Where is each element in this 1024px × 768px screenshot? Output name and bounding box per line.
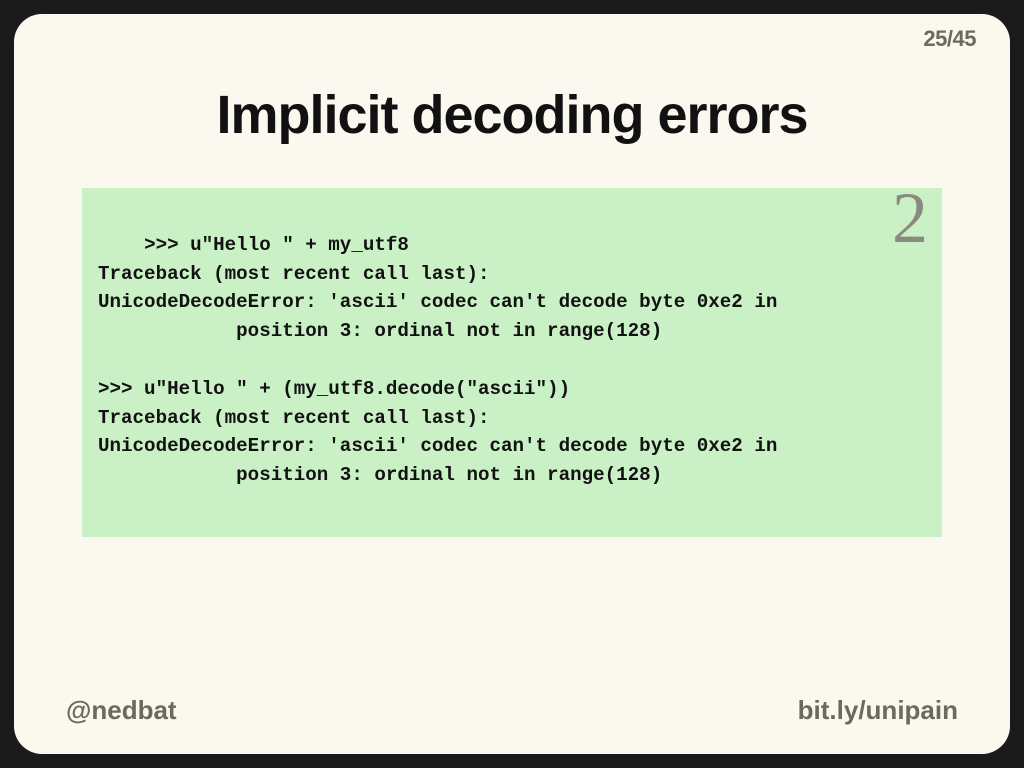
page-current: 25 bbox=[923, 26, 946, 51]
code-content: >>> u"Hello " + my_utf8 Traceback (most … bbox=[98, 234, 777, 486]
slide: 25/45 Implicit decoding errors 2>>> u"He… bbox=[14, 14, 1010, 754]
footer-link: bit.ly/unipain bbox=[798, 695, 958, 726]
python-version-badge: 2 bbox=[892, 182, 928, 254]
page-total: 45 bbox=[953, 26, 976, 51]
code-block: 2>>> u"Hello " + my_utf8 Traceback (most… bbox=[82, 188, 942, 537]
footer: @nedbat bit.ly/unipain bbox=[66, 695, 958, 726]
footer-handle: @nedbat bbox=[66, 695, 177, 726]
page-counter: 25/45 bbox=[923, 26, 976, 52]
slide-title: Implicit decoding errors bbox=[66, 84, 958, 146]
